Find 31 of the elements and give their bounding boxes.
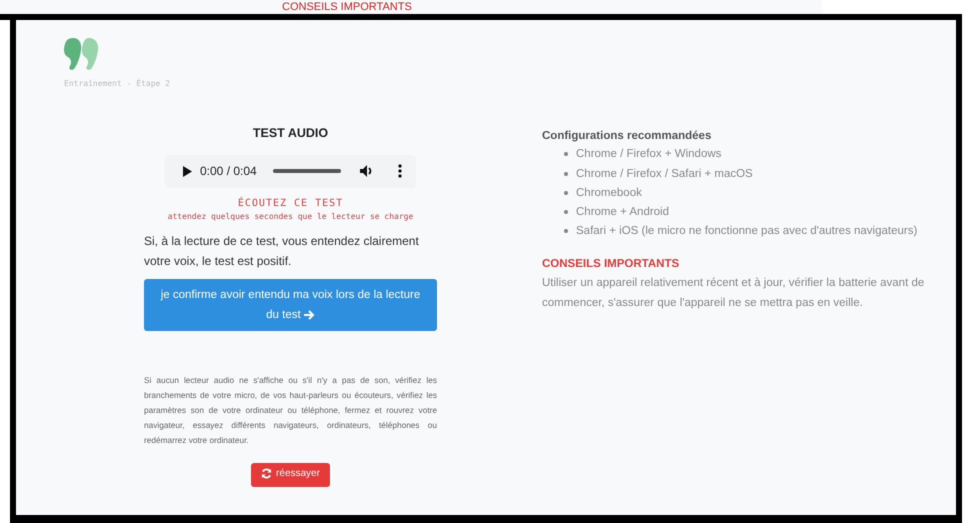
instruction-text: Si, à la lecture de ce test, vous entendez clairement votre voix, le test est positif.: [144, 232, 420, 270]
refresh-icon: [261, 468, 272, 479]
bullet-icon: [564, 152, 568, 156]
recommended-title: Configurations recommandées: [542, 129, 712, 144]
config-item: Chrome / Firefox + Windows: [576, 148, 722, 160]
bullet-icon: [564, 172, 568, 176]
bullet-icon: [564, 190, 568, 195]
section-title: TEST AUDIO: [252, 125, 330, 142]
hint-text: attendez quelques secondes que le lecteur se charge: [166, 210, 414, 223]
config-item: Safari + iOS (le micro ne fonctionne pas avec d'autres navigateurs): [576, 225, 918, 238]
bullet-icon: [564, 229, 568, 234]
config-item: Chrome / Firefox / Safari + macOS: [576, 168, 753, 180]
audio-player[interactable]: 0:00 / 0:04: [165, 154, 416, 188]
page-subtitle: Entraînement - Étape 2: [64, 78, 171, 90]
notice-text: ÉCOUTEZ CE TEST: [236, 196, 344, 211]
bullet-icon: [564, 210, 568, 214]
config-item: Chromebook: [576, 186, 642, 199]
logo-icon: [64, 38, 100, 70]
config-item: Chrome + Android: [576, 206, 670, 218]
arrow-right-icon: [304, 310, 315, 320]
confirm-button[interactable]: je confirme avoir entendu ma voix lors de la lecture du test: [144, 278, 437, 331]
volume-icon[interactable]: [360, 165, 374, 178]
tips-text: Utiliser un appareil relativement récent et à jour, vérifier la batterie avant de commencer, s'assurer que l'appareil ne se mettra pas en veille.: [542, 276, 926, 311]
more-options-icon[interactable]: [398, 164, 402, 178]
play-icon[interactable]: [183, 166, 192, 177]
help-text: Si aucun lecteur audio ne s'affiche ou s'il n'y a pas de son, vérifiez les branchements de votre micro, de vos haut-parleurs ou écouteurs, vérifiez les paramètres son de votre ordinateur ou téléphone, fermez et rouvrez votre navigateur, essayez différents navigateurs, ordinateurs, téléphones ou redémarrez votre ordinateur.: [144, 374, 437, 447]
heading: CONSEILS IMPORTANTS: [282, 1, 412, 14]
retry-button[interactable]: réessayer: [251, 462, 330, 487]
audio-time: 0:00 / 0:04: [200, 163, 257, 180]
progress-track[interactable]: [272, 169, 341, 174]
tips-title: CONSEILS IMPORTANTS: [542, 256, 680, 272]
